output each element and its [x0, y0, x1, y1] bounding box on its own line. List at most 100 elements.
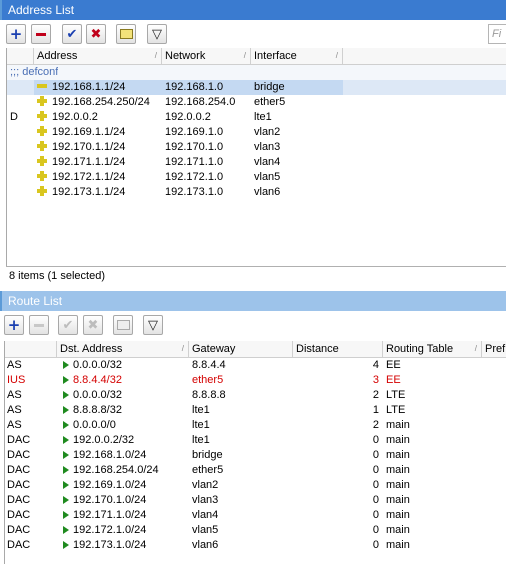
column-interface[interactable]: Interface /	[251, 48, 343, 64]
sort-icon: /	[154, 51, 157, 60]
table-row[interactable]: DAC 192.170.1.0/24 vlan3 0 main	[5, 493, 506, 508]
row-flag	[10, 95, 30, 110]
row-dst-address: 192.0.0.2/32	[63, 433, 189, 448]
row-network: 192.172.1.0	[165, 171, 224, 183]
plus-icon	[37, 141, 47, 151]
column-flag[interactable]	[5, 341, 57, 357]
column-network[interactable]: Network /	[162, 48, 251, 64]
play-arrow-icon	[63, 406, 69, 414]
table-row[interactable]: 192.168.254.250/24 192.168.254.0 ether5	[7, 95, 506, 110]
address-list-title: Address List	[0, 0, 506, 20]
table-row[interactable]: DAC 192.0.0.2/32 lte1 0 main	[5, 433, 506, 448]
row-interface: vlan5	[254, 171, 281, 183]
row-flag: DAC	[7, 524, 31, 536]
column-distance[interactable]: Distance	[293, 341, 383, 357]
row-address: 192.173.1.1/24	[34, 185, 162, 200]
comment-button[interactable]	[116, 24, 136, 44]
note-icon	[116, 320, 130, 330]
comment-button[interactable]	[113, 315, 133, 335]
table-row[interactable]: AS 0.0.0.0/0 lte1 2 main	[5, 418, 506, 433]
play-arrow-icon	[63, 541, 69, 549]
table-row[interactable]: DAC 192.168.254.0/24 ether5 0 main	[5, 463, 506, 478]
sort-icon: /	[335, 51, 338, 60]
row-gateway: lte1	[192, 419, 210, 431]
column-gateway[interactable]: Gateway	[189, 341, 293, 357]
row-dst-text: 0.0.0.0/32	[73, 389, 122, 401]
disable-button[interactable]: ✖	[83, 315, 103, 335]
route-rows: AS 0.0.0.0/32 8.8.4.4 4 EE IUS 8.8.4.4/32 ether…	[5, 358, 506, 553]
table-row[interactable]: DAC 192.172.1.0/24 vlan5 0 main	[5, 523, 506, 538]
table-row[interactable]: DAC 192.168.1.0/24 bridge 0 main	[5, 448, 506, 463]
table-row[interactable]: DAC 192.173.1.0/24 vlan6 0 main	[5, 538, 506, 553]
address-rows: 192.168.1.1/24 192.168.1.0 bridge 192.168.2…	[7, 80, 506, 200]
column-address[interactable]: Address /	[34, 48, 162, 64]
row-address: 192.170.1.1/24	[34, 140, 162, 155]
table-row[interactable]: AS 0.0.0.0/32 8.8.8.8 2 LTE	[5, 388, 506, 403]
table-row[interactable]: 192.169.1.1/24 192.169.1.0 vlan2	[7, 125, 506, 140]
row-address-text: 192.0.0.2	[52, 111, 98, 123]
filter-button[interactable]: ▽	[143, 315, 163, 335]
row-flag: AS	[7, 359, 22, 371]
row-address: 192.168.254.250/24	[34, 95, 162, 110]
table-row[interactable]: DAC 192.171.1.0/24 vlan4 0 main	[5, 508, 506, 523]
play-arrow-icon	[63, 376, 69, 384]
enable-button[interactable]: ✔	[58, 315, 78, 335]
table-row[interactable]: 192.171.1.1/24 192.171.1.0 vlan4	[7, 155, 506, 170]
row-address: 192.168.1.1/24	[34, 80, 162, 95]
minus-icon	[36, 32, 46, 36]
remove-button[interactable]	[31, 24, 51, 44]
table-row[interactable]: 192.170.1.1/24 192.170.1.0 vlan3	[7, 140, 506, 155]
row-dst-address: 192.169.1.0/24	[63, 478, 189, 493]
add-button[interactable]: +	[6, 24, 26, 44]
row-distance: 4	[372, 359, 379, 371]
row-interface: ether5	[254, 96, 286, 108]
row-address-text: 192.170.1.1/24	[52, 141, 126, 153]
add-button[interactable]: +	[4, 315, 24, 335]
row-distance: 0	[372, 539, 379, 551]
column-routing-table[interactable]: Routing Table /	[383, 341, 482, 357]
route-list-window: Route List + ✔ ✖ ▽ Dst. Address / Gateway…	[0, 291, 506, 564]
plus-icon	[37, 186, 47, 196]
table-row[interactable]: DAC 192.169.1.0/24 vlan2 0 main	[5, 478, 506, 493]
play-arrow-icon	[63, 496, 69, 504]
row-flag: DAC	[7, 509, 31, 521]
column-routing-table-label: Routing Table	[386, 343, 454, 355]
row-distance: 0	[372, 479, 379, 491]
table-row[interactable]: IUS 8.8.4.4/32 ether5 3 EE	[5, 373, 506, 388]
table-row[interactable]: AS 0.0.0.0/32 8.8.4.4 4 EE	[5, 358, 506, 373]
row-dst-address: 192.172.1.0/24	[63, 523, 189, 538]
row-flag: DAC	[7, 539, 31, 551]
row-distance: 0	[372, 434, 379, 446]
row-interface: vlan6	[254, 186, 281, 198]
table-row[interactable]: 192.172.1.1/24 192.172.1.0 vlan5	[7, 170, 506, 185]
column-dst-address[interactable]: Dst. Address /	[57, 341, 189, 357]
row-routing-table: main	[386, 539, 410, 551]
row-flag: DAC	[7, 494, 31, 506]
play-arrow-icon	[63, 391, 69, 399]
column-flag[interactable]	[7, 48, 34, 64]
play-arrow-icon	[63, 421, 69, 429]
group-row[interactable]: ;;; defconf	[7, 65, 506, 80]
row-routing-table: main	[386, 524, 410, 536]
disable-button[interactable]: ✖	[86, 24, 106, 44]
remove-button[interactable]	[29, 315, 49, 335]
row-address-text: 192.171.1.1/24	[52, 156, 126, 168]
x-icon: ✖	[87, 317, 99, 333]
row-network: 192.168.254.0	[165, 96, 236, 108]
address-list-toolbar: + ✔ ✖ ▽ Fi	[0, 20, 506, 48]
row-address: 192.169.1.1/24	[34, 125, 162, 140]
plus-icon	[37, 96, 47, 106]
find-input[interactable]: Fi	[488, 24, 506, 44]
table-row[interactable]: 192.173.1.1/24 192.173.1.0 vlan6	[7, 185, 506, 200]
row-distance: 0	[372, 494, 379, 506]
row-gateway: vlan4	[192, 509, 219, 521]
filter-button[interactable]: ▽	[147, 24, 167, 44]
row-dst-text: 8.8.4.4/32	[73, 374, 122, 386]
row-address: 192.172.1.1/24	[34, 170, 162, 185]
enable-button[interactable]: ✔	[62, 24, 82, 44]
table-row[interactable]: AS 8.8.8.8/32 lte1 1 LTE	[5, 403, 506, 418]
column-pref[interactable]: Pref	[482, 341, 506, 357]
table-row[interactable]: 192.168.1.1/24 192.168.1.0 bridge	[7, 80, 506, 95]
row-network: 192.0.0.2	[165, 111, 211, 123]
table-row[interactable]: D 192.0.0.2 192.0.0.2 lte1	[7, 110, 506, 125]
